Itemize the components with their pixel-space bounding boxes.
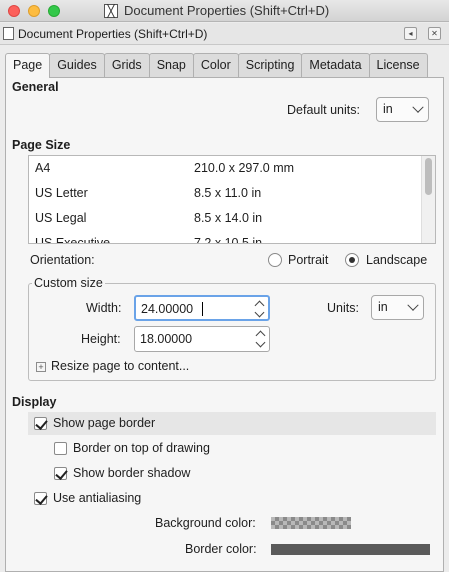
show-page-border-label[interactable]: Show page border (53, 416, 155, 430)
page-size-heading: Page Size (12, 138, 71, 152)
scrollbar-thumb[interactable] (425, 158, 432, 195)
tab-snap[interactable]: Snap (148, 53, 194, 77)
height-stepper[interactable] (255, 329, 266, 349)
close-window-button[interactable] (8, 5, 20, 17)
page-size-dimensions: 8.5 x 11.0 in (194, 186, 262, 200)
border-color-label: Border color: (185, 542, 257, 556)
window-titlebar: ╳ Document Properties (Shift+Ctrl+D) (0, 0, 449, 22)
tab-color[interactable]: Color (192, 53, 239, 77)
dialog-title: Document Properties (Shift+Ctrl+D) (18, 27, 208, 41)
window-title-wrap: ╳ Document Properties (Shift+Ctrl+D) (104, 3, 329, 18)
use-antialiasing-checkbox[interactable] (34, 492, 47, 505)
close-panel-button[interactable]: ✕ (428, 27, 441, 40)
custom-units-value: in (378, 300, 388, 314)
default-units-value: in (383, 102, 393, 116)
x11-icon: ╳ (104, 3, 118, 18)
maximize-window-button[interactable] (48, 5, 60, 17)
tab-metadata[interactable]: Metadata (301, 53, 370, 77)
list-item[interactable]: US Legal 8.5 x 14.0 in (29, 206, 423, 231)
dialog-header: Document Properties (Shift+Ctrl+D) ◂ ✕ (0, 23, 449, 45)
portrait-label[interactable]: Portrait (288, 253, 328, 267)
text-cursor (202, 302, 203, 316)
page-size-name: A4 (35, 161, 51, 175)
display-heading: Display (12, 395, 57, 409)
page-size-name: US Legal (35, 211, 87, 225)
border-on-top-checkbox[interactable] (54, 442, 67, 455)
custom-units-select[interactable]: in (371, 295, 424, 320)
resize-page-expander[interactable]: Resize page to content... (51, 359, 189, 373)
width-spinbox[interactable]: 24.00000 (134, 295, 270, 321)
chevron-down-icon (412, 101, 424, 113)
height-spinbox[interactable]: 18.00000 (134, 326, 270, 352)
minimize-window-button[interactable] (28, 5, 40, 17)
show-border-shadow-checkbox[interactable] (54, 467, 67, 480)
list-item[interactable]: A4 210.0 x 297.0 mm (29, 156, 423, 181)
height-label: Height: (81, 332, 121, 346)
default-units-select[interactable]: in (376, 97, 429, 122)
chevron-down-icon[interactable] (254, 307, 265, 318)
custom-size-legend: Custom size (32, 276, 105, 290)
default-units-label: Default units: (287, 103, 360, 117)
document-properties-icon (3, 27, 14, 40)
page-size-dimensions: 8.5 x 14.0 in (194, 211, 263, 225)
page-size-dimensions: 7.2 x 10.5 in (194, 236, 263, 244)
orientation-label: Orientation: (30, 253, 95, 267)
show-border-shadow-label[interactable]: Show border shadow (73, 466, 190, 480)
tab-scripting[interactable]: Scripting (237, 53, 303, 77)
tab-bar: Page Guides Grids Snap Color Scripting M… (5, 53, 428, 78)
use-antialiasing-label[interactable]: Use antialiasing (53, 491, 141, 505)
background-color-label: Background color: (155, 516, 256, 530)
tab-guides[interactable]: Guides (49, 53, 105, 77)
page-size-dimensions: 210.0 x 297.0 mm (194, 161, 295, 175)
iconify-panel-button[interactable]: ◂ (404, 27, 417, 40)
list-item[interactable]: US Letter 8.5 x 11.0 in (29, 181, 423, 206)
border-color-swatch[interactable] (271, 544, 430, 555)
width-label: Width: (86, 301, 122, 315)
landscape-radio[interactable] (345, 253, 359, 267)
page-size-name: US Letter (35, 186, 88, 200)
units-label: Units: (327, 301, 359, 315)
tab-grids[interactable]: Grids (103, 53, 150, 77)
tab-license[interactable]: License (368, 53, 428, 77)
list-scrollbar[interactable] (421, 156, 435, 243)
width-stepper[interactable] (254, 299, 265, 319)
expand-icon[interactable]: + (36, 362, 46, 372)
list-item[interactable]: US Executive 7.2 x 10.5 in (29, 231, 423, 244)
chevron-down-icon (407, 299, 419, 311)
page-size-list[interactable]: A4 210.0 x 297.0 mm US Letter 8.5 x 11.0… (28, 155, 436, 244)
page-size-name: US Executive (35, 236, 111, 244)
background-color-swatch[interactable] (271, 517, 351, 529)
portrait-radio[interactable] (268, 253, 282, 267)
chevron-down-icon[interactable] (255, 337, 266, 348)
height-value: 18.00000 (140, 332, 193, 346)
width-value: 24.00000 (141, 302, 194, 316)
border-on-top-label[interactable]: Border on top of drawing (73, 441, 210, 455)
general-heading: General (12, 80, 59, 94)
landscape-label[interactable]: Landscape (366, 253, 427, 267)
show-page-border-checkbox[interactable] (34, 417, 47, 430)
tab-page[interactable]: Page (5, 53, 51, 78)
window-title: Document Properties (Shift+Ctrl+D) (124, 3, 330, 18)
